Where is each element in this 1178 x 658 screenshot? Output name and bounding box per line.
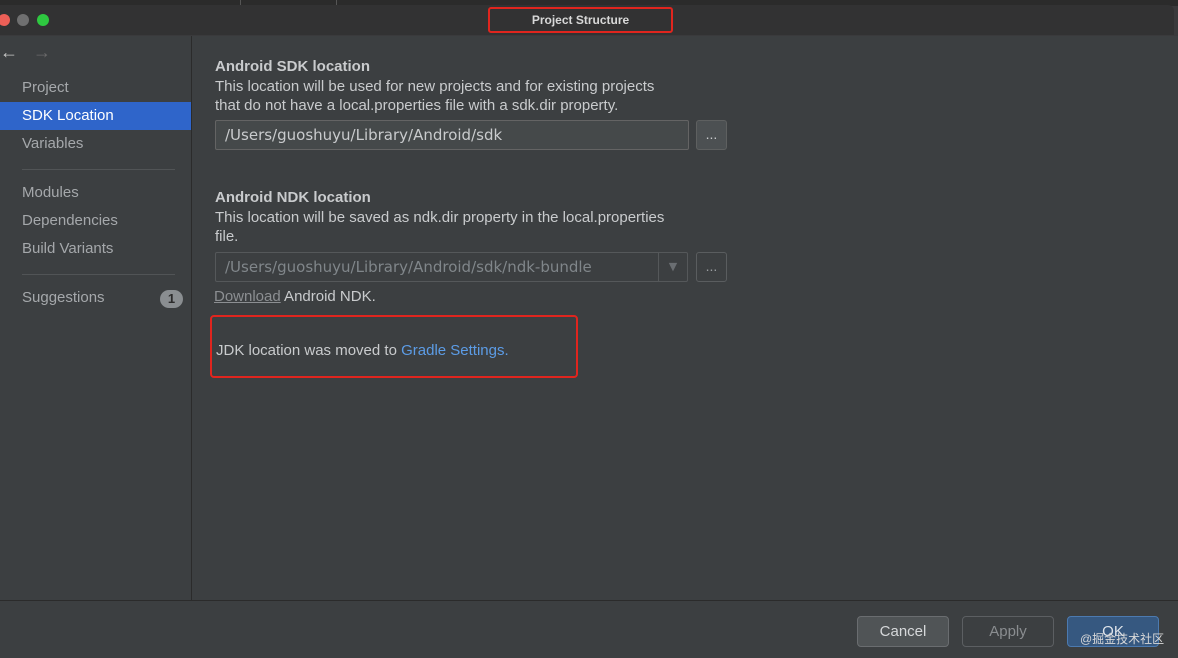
forward-arrow-icon[interactable]: → bbox=[33, 42, 51, 62]
title-bar: Project Structure bbox=[0, 0, 1178, 37]
android-ndk-path-combo[interactable]: /Users/guoshuyu/Library/Android/sdk/ndk-… bbox=[215, 252, 688, 282]
android-ndk-description: This location will be saved as ndk.dir p… bbox=[215, 208, 735, 246]
sidebar-item-label: Build Variants bbox=[22, 240, 114, 257]
gradle-settings-link[interactable]: Gradle Settings. bbox=[401, 342, 509, 359]
android-ndk-path-value: /Users/guoshuyu/Library/Android/sdk/ndk-… bbox=[225, 258, 592, 276]
sidebar-item-label: Variables bbox=[22, 135, 84, 152]
sidebar-item-label: Suggestions bbox=[22, 289, 105, 306]
project-structure-window: Project Structure ← → Project SDK Locati… bbox=[0, 0, 1178, 658]
download-ndk-link[interactable]: Download bbox=[214, 288, 281, 305]
back-arrow-icon[interactable]: ← bbox=[0, 42, 18, 62]
sidebar-item-build-variants[interactable]: Build Variants bbox=[0, 235, 191, 263]
android-sdk-path-input[interactable]: /Users/guoshuyu/Library/Android/sdk bbox=[215, 120, 689, 150]
android-sdk-browse-button[interactable]: ... bbox=[696, 120, 727, 150]
android-sdk-description-line: This location will be used for new proje… bbox=[215, 78, 655, 95]
sdk-location-panel: Android SDK location This location will … bbox=[192, 36, 1178, 600]
sidebar-item-project[interactable]: Project bbox=[0, 74, 191, 102]
apply-button[interactable]: Apply bbox=[962, 616, 1054, 647]
android-ndk-browse-button[interactable]: ... bbox=[696, 252, 727, 282]
dialog-footer: Cancel Apply OK bbox=[0, 600, 1178, 658]
sidebar-item-label: Dependencies bbox=[22, 212, 118, 229]
sidebar-item-sdk-location[interactable]: SDK Location bbox=[0, 102, 191, 130]
maximize-window-button[interactable] bbox=[37, 14, 49, 26]
chevron-down-icon[interactable]: ▼ bbox=[658, 253, 687, 281]
window-title: Project Structure bbox=[488, 7, 673, 33]
jdk-moved-message: JDK location was moved to Gradle Setting… bbox=[216, 342, 509, 359]
android-ndk-description-line: This location will be saved as ndk.dir p… bbox=[215, 209, 665, 226]
sidebar-item-dependencies[interactable]: Dependencies bbox=[0, 207, 191, 235]
sidebar-separator bbox=[22, 169, 175, 170]
download-ndk-suffix: Android NDK. bbox=[280, 288, 376, 305]
sidebar-separator bbox=[22, 274, 175, 275]
sidebar: ← → Project SDK Location Variables Modul… bbox=[0, 36, 192, 600]
minimize-window-button[interactable] bbox=[17, 14, 29, 26]
sidebar-item-modules[interactable]: Modules bbox=[0, 179, 191, 207]
suggestions-count-badge: 1 bbox=[160, 290, 183, 308]
cancel-button[interactable]: Cancel bbox=[857, 616, 949, 647]
android-ndk-description-line: file. bbox=[215, 228, 239, 245]
android-sdk-description-line: that do not have a local.properties file… bbox=[215, 97, 619, 114]
android-sdk-description: This location will be used for new proje… bbox=[215, 77, 735, 115]
sidebar-item-label: Modules bbox=[22, 184, 79, 201]
sidebar-item-label: SDK Location bbox=[22, 107, 114, 124]
download-ndk-row: Download Android NDK. bbox=[214, 288, 376, 305]
watermark: @掘金技术社区 bbox=[1080, 632, 1165, 646]
android-ndk-title: Android NDK location bbox=[215, 189, 371, 206]
sidebar-item-suggestions[interactable]: Suggestions 1 bbox=[0, 284, 191, 312]
sidebar-item-variables[interactable]: Variables bbox=[0, 130, 191, 158]
sidebar-item-label: Project bbox=[22, 79, 69, 96]
android-sdk-title: Android SDK location bbox=[215, 58, 370, 75]
jdk-moved-text: JDK location was moved to bbox=[216, 342, 402, 359]
